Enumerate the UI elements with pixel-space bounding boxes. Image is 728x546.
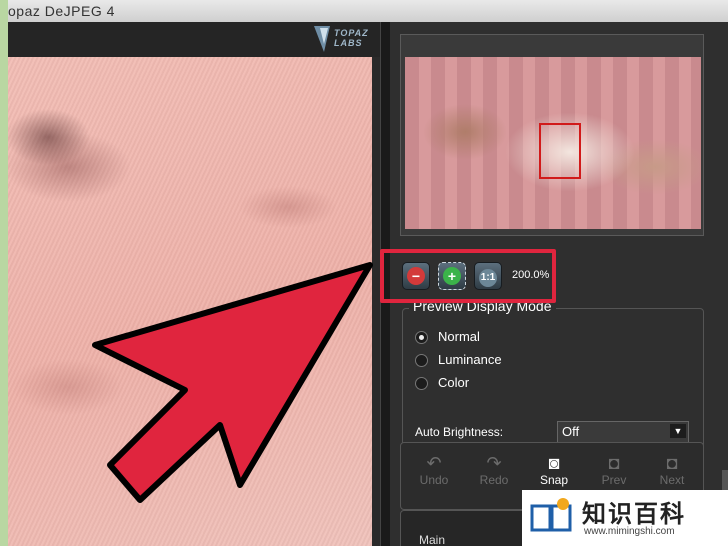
preview-display-mode-group: Preview Display Mode Normal Luminance Co… — [402, 298, 704, 458]
chevron-down-icon[interactable]: ▼ — [670, 424, 686, 438]
radio-selected-icon[interactable] — [415, 331, 428, 345]
radio-icon[interactable] — [415, 377, 428, 391]
radio-label-luminance: Luminance — [438, 352, 502, 367]
next-snapshot-icon: ◘ — [666, 453, 678, 473]
redo-button[interactable]: ↷ Redo — [469, 453, 519, 487]
undo-button[interactable]: ↶ Undo — [409, 453, 459, 487]
radio-luminance[interactable]: Luminance — [415, 352, 502, 370]
snap-label: Snap — [539, 473, 569, 487]
next-button[interactable]: ◘ Next — [647, 453, 697, 487]
window-title: opaz DeJPEG 4 — [8, 3, 115, 19]
radio-normal[interactable]: Normal — [415, 329, 480, 347]
undo-icon: ↶ — [426, 453, 442, 473]
redo-icon: ↷ — [486, 453, 502, 473]
logo-bar: TOPAZ LABS — [8, 22, 380, 57]
radio-icon[interactable] — [415, 354, 428, 368]
prev-label: Prev — [601, 473, 627, 487]
book-bulb-icon — [530, 498, 572, 532]
zoom-highlight-annotation — [380, 249, 556, 303]
snap-button[interactable]: ◙ Snap — [529, 453, 579, 487]
pointer-arrow-annotation — [92, 262, 373, 503]
undo-label: Undo — [419, 473, 449, 487]
auto-brightness-select[interactable]: Off ▼ — [557, 421, 689, 443]
site-watermark: 知识百科 www.mimingshi.com — [522, 490, 728, 546]
prev-button[interactable]: ◘ Prev — [589, 453, 639, 487]
prev-snapshot-icon: ◘ — [608, 453, 620, 473]
camera-icon: ◙ — [548, 453, 560, 473]
view-region-indicator[interactable] — [539, 123, 581, 179]
radio-color[interactable]: Color — [415, 375, 469, 393]
title-bar: opaz DeJPEG 4 — [8, 0, 728, 23]
radio-label-normal: Normal — [438, 329, 480, 344]
main-section-label: Main — [419, 533, 446, 546]
watermark-url: www.mimingshi.com — [584, 526, 675, 537]
watermark-title: 知识百科 — [582, 501, 686, 528]
topaz-logo: TOPAZ LABS — [312, 22, 376, 56]
auto-brightness-label: Auto Brightness: — [415, 425, 504, 439]
redo-label: Redo — [479, 473, 509, 487]
next-label: Next — [659, 473, 685, 487]
navigator-preview[interactable] — [400, 34, 704, 236]
logo-text: TOPAZ LABS — [334, 28, 369, 48]
auto-brightness-value: Off — [562, 424, 580, 439]
radio-label-color: Color — [438, 375, 470, 390]
preview-thumbnail[interactable] — [405, 57, 701, 229]
